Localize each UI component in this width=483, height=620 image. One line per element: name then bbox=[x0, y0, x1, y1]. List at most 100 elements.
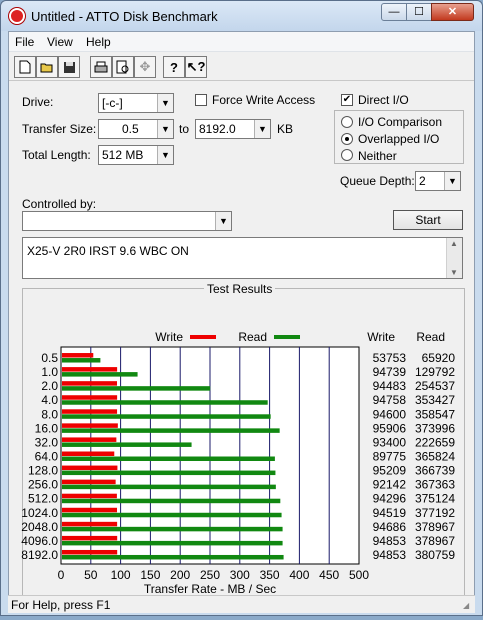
x-tick-label: 0 bbox=[58, 568, 65, 582]
drive-select[interactable]: [-c-] ▼ bbox=[98, 93, 174, 113]
read-bar bbox=[62, 428, 280, 433]
write-bar bbox=[62, 465, 118, 471]
queue-depth-select[interactable]: 2 ▼ bbox=[415, 171, 461, 191]
x-tick-label: 500 bbox=[349, 568, 369, 582]
direct-io-checkbox[interactable]: ✔ bbox=[341, 94, 353, 106]
chevron-down-icon: ▼ bbox=[254, 120, 270, 138]
read-value: 365824 bbox=[415, 450, 455, 464]
read-bar bbox=[62, 414, 271, 419]
total-length-select[interactable]: 512 MB ▼ bbox=[98, 145, 174, 165]
description-textarea[interactable]: X25-V 2R0 IRST 9.6 WBC ON ▲ ▼ bbox=[22, 237, 463, 279]
category-label: 2048.0 bbox=[21, 520, 58, 534]
write-bar bbox=[62, 423, 118, 428]
read-bar bbox=[62, 512, 282, 518]
x-tick-label: 150 bbox=[140, 568, 160, 582]
category-label: 16.0 bbox=[35, 421, 59, 435]
write-value: 94296 bbox=[373, 492, 407, 506]
context-help-icon[interactable]: ↖? bbox=[185, 56, 207, 78]
maximize-button[interactable]: ☐ bbox=[406, 3, 432, 21]
write-bar bbox=[62, 549, 118, 555]
transfer-to-select[interactable]: 8192.0 ▼ bbox=[195, 119, 271, 139]
transfer-from-select[interactable]: 0.5 ▼ bbox=[98, 119, 174, 139]
legend-read-label: Read bbox=[238, 330, 267, 344]
read-bar bbox=[62, 442, 192, 447]
write-value: 94853 bbox=[373, 534, 407, 548]
x-axis-label: Transfer Rate - MB / Sec bbox=[144, 582, 276, 596]
title-bar[interactable]: Untitled - ATTO Disk Benchmark — ☐ ✕ bbox=[1, 1, 482, 31]
read-bar bbox=[62, 484, 276, 490]
read-bar bbox=[62, 526, 283, 532]
controlled-by-label: Controlled by: bbox=[22, 197, 97, 211]
write-value: 94600 bbox=[373, 407, 407, 421]
io-comparison-label: I/O Comparison bbox=[358, 115, 443, 129]
read-bar bbox=[62, 470, 276, 476]
read-bar bbox=[62, 540, 283, 546]
x-tick-label: 200 bbox=[170, 568, 190, 582]
save-icon[interactable] bbox=[58, 56, 80, 78]
category-label: 32.0 bbox=[35, 435, 59, 449]
category-label: 4096.0 bbox=[21, 534, 58, 548]
read-value: 367363 bbox=[415, 478, 455, 492]
legend-write-label: Write bbox=[155, 330, 183, 344]
queue-depth-label: Queue Depth: bbox=[340, 174, 415, 188]
chevron-down-icon: ▼ bbox=[444, 172, 460, 190]
read-bar bbox=[62, 372, 138, 377]
read-bar bbox=[62, 554, 284, 560]
x-tick-label: 250 bbox=[200, 568, 220, 582]
minimize-button[interactable]: — bbox=[381, 3, 407, 21]
x-tick-label: 350 bbox=[260, 568, 280, 582]
radio-neither[interactable] bbox=[341, 149, 353, 161]
write-value: 95906 bbox=[373, 421, 407, 435]
write-value: 94739 bbox=[373, 365, 407, 379]
menu-view[interactable]: View bbox=[47, 35, 73, 49]
print-preview-icon[interactable] bbox=[112, 56, 134, 78]
write-bar bbox=[62, 535, 118, 541]
start-button[interactable]: Start bbox=[393, 210, 463, 230]
transfer-rate-chart: 0 50 100 150 200 250 300 350 400 450 500 Transfer R… bbox=[21, 330, 455, 596]
resize-grip-icon[interactable]: ◢ bbox=[463, 601, 473, 611]
read-value: 366739 bbox=[415, 464, 455, 478]
read-value: 358547 bbox=[415, 407, 455, 421]
chevron-down-icon: ▼ bbox=[215, 212, 231, 230]
menu-help[interactable]: Help bbox=[86, 35, 111, 49]
description-scrollbar[interactable]: ▲ ▼ bbox=[446, 238, 462, 278]
controlled-by-select[interactable]: ▼ bbox=[22, 211, 232, 231]
total-length-label: Total Length: bbox=[22, 148, 91, 162]
force-write-checkbox[interactable] bbox=[195, 94, 207, 106]
col-header-read: Read bbox=[416, 330, 445, 344]
radio-io-comparison[interactable] bbox=[341, 116, 353, 128]
col-header-write: Write bbox=[367, 330, 395, 344]
write-value: 95209 bbox=[373, 464, 407, 478]
write-value: 94483 bbox=[373, 379, 407, 393]
help-icon[interactable]: ? bbox=[163, 56, 185, 78]
read-bar bbox=[62, 498, 281, 504]
write-value: 94686 bbox=[373, 520, 407, 534]
x-tick-label: 50 bbox=[84, 568, 98, 582]
read-value: 377192 bbox=[415, 506, 455, 520]
category-label: 256.0 bbox=[28, 478, 58, 492]
write-bar bbox=[62, 353, 94, 358]
print-icon[interactable] bbox=[90, 56, 112, 78]
menu-file[interactable]: File bbox=[15, 35, 34, 49]
close-button[interactable]: ✕ bbox=[431, 3, 474, 21]
write-value: 93400 bbox=[373, 435, 407, 449]
write-value: 94758 bbox=[373, 393, 407, 407]
read-value: 254537 bbox=[415, 379, 455, 393]
read-value: 353427 bbox=[415, 393, 455, 407]
move-icon[interactable]: ✥ bbox=[134, 56, 156, 78]
category-label: 4.0 bbox=[41, 393, 58, 407]
radio-overlapped-io[interactable] bbox=[341, 133, 353, 145]
transfer-size-label: Transfer Size: bbox=[22, 122, 97, 136]
category-label: 8.0 bbox=[41, 407, 58, 421]
neither-label: Neither bbox=[358, 149, 397, 163]
write-value: 94853 bbox=[373, 548, 407, 562]
open-icon[interactable] bbox=[36, 56, 58, 78]
chevron-down-icon: ▼ bbox=[157, 94, 173, 112]
write-bar bbox=[62, 381, 118, 386]
read-value: 129792 bbox=[415, 365, 455, 379]
kb-label: KB bbox=[277, 122, 294, 136]
new-icon[interactable] bbox=[14, 56, 36, 78]
direct-io-label: Direct I/O bbox=[358, 93, 409, 107]
write-bar bbox=[62, 409, 118, 414]
read-value: 375124 bbox=[415, 492, 455, 506]
